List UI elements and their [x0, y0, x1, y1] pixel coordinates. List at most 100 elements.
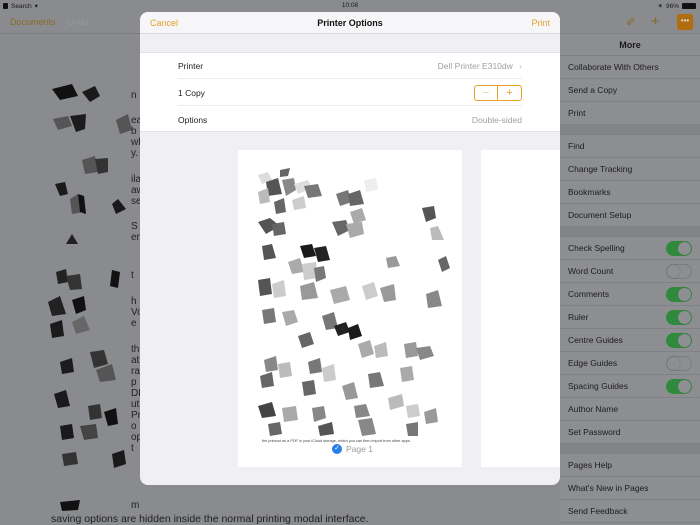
preview-shape — [380, 284, 396, 302]
preview-shape — [374, 342, 388, 358]
doc-shape — [104, 408, 118, 426]
doc-shape — [50, 320, 64, 338]
plus-icon[interactable]: + — [651, 13, 660, 30]
page-preview-1[interactable]: the printout as a PDF in your iCloud sto… — [238, 150, 462, 467]
preview-shape — [258, 278, 272, 296]
doc-text-fragment: ut — [131, 399, 140, 410]
preview-shape — [388, 394, 404, 410]
word-count-toggle[interactable] — [666, 263, 692, 279]
menu-item-ruler: Ruler — [560, 306, 700, 329]
modal-header: Cancel Printer Options Print — [140, 12, 560, 34]
preview-shape — [258, 188, 270, 204]
doc-bottom-line: saving options are hidden inside the nor… — [51, 513, 369, 525]
menu-item-collaborate[interactable]: Collaborate With Others — [560, 56, 700, 79]
preview-shape — [292, 196, 306, 210]
preview-shape — [304, 184, 322, 198]
printer-options-modal: Cancel Printer Options Print Printer Del… — [140, 12, 560, 485]
undo-button[interactable]: Undo — [67, 17, 89, 27]
menu-item-document-setup[interactable]: Document Setup — [560, 204, 700, 227]
preview-shape — [406, 422, 418, 436]
preview-shape — [262, 244, 276, 260]
menu-item-edge-guides: Edge Guides — [560, 352, 700, 375]
toggle-knob — [678, 310, 691, 324]
doc-text-fragment: n — [131, 90, 137, 101]
spacing-guides-toggle[interactable] — [666, 378, 692, 394]
print-button[interactable]: Print — [531, 18, 550, 28]
menu-item-pages-help[interactable]: Pages Help — [560, 454, 700, 477]
preview-shape — [358, 340, 374, 358]
options-row[interactable]: Options Double-sided — [178, 107, 522, 133]
preview-shape — [422, 206, 436, 222]
preview-shape — [258, 402, 276, 418]
menu-item-send-feedback[interactable]: Send Feedback — [560, 500, 700, 523]
printer-label: Printer — [178, 60, 204, 71]
menu-item-whats-new[interactable]: What's New in Pages — [560, 477, 700, 500]
menu-item-set-password[interactable]: Set Password — [560, 421, 700, 444]
menu-divider — [560, 227, 700, 237]
copies-stepper[interactable]: − + — [474, 84, 522, 101]
menu-item-label: Comments — [568, 289, 610, 299]
menu-item-label: Change Tracking — [568, 164, 633, 174]
menu-item-bookmarks[interactable]: Bookmarks — [560, 181, 700, 204]
menu-item-word-count: Word Count — [560, 260, 700, 283]
doc-text-fragment: S — [131, 221, 138, 232]
decrement-button[interactable]: − — [475, 85, 498, 100]
printer-row[interactable]: Printer Dell Printer E310dw › — [178, 53, 522, 79]
preview-shape — [280, 168, 290, 177]
check-spelling-toggle[interactable] — [666, 240, 692, 256]
doc-shape — [60, 358, 74, 374]
preview-shape — [362, 282, 378, 300]
menu-item-author-name[interactable]: Author Name — [560, 398, 700, 421]
menu-item-check-spelling: Check Spelling — [560, 237, 700, 260]
menu-item-label: Author Name — [568, 404, 619, 414]
toggle-knob — [667, 356, 680, 370]
preview-shape — [346, 222, 364, 238]
preview-shape — [342, 382, 358, 400]
ruler-toggle[interactable] — [666, 309, 692, 325]
doc-shape — [88, 404, 102, 420]
centre-guides-toggle[interactable] — [666, 332, 692, 348]
menu-item-find[interactable]: Find — [560, 135, 700, 158]
menu-item-centre-guides: Centre Guides — [560, 329, 700, 352]
doc-text-fragment: th — [131, 344, 140, 355]
increment-button[interactable]: + — [498, 86, 521, 100]
menu-item-label: Pages Help — [568, 460, 612, 470]
doc-text-fragment: p — [131, 377, 137, 388]
preview-shape — [268, 422, 282, 436]
preview-shape — [314, 266, 326, 282]
checkmark-icon: ✓ — [332, 444, 342, 454]
preview-shape — [282, 310, 298, 326]
comments-toggle[interactable] — [666, 286, 692, 302]
page-1-badge[interactable]: ✓ Page 1 — [328, 443, 377, 455]
preview-shape — [318, 422, 334, 436]
edge-guides-toggle[interactable] — [666, 355, 692, 371]
more-title: More — [560, 34, 700, 56]
doc-text-fragment: e — [131, 318, 137, 329]
doc-text-fragment: m — [131, 500, 140, 511]
preview-shape — [262, 308, 276, 324]
menu-item-label: Bookmarks — [568, 187, 611, 197]
doc-text-fragment: o — [131, 421, 137, 432]
doc-text-fragment: b — [131, 126, 137, 137]
doc-shape — [55, 182, 68, 196]
doc-text-fragment: at — [131, 355, 140, 366]
preview-shape — [282, 406, 298, 422]
preview-shape — [416, 346, 434, 360]
paintbrush-icon[interactable]: ✐ — [626, 15, 636, 29]
menu-item-label: Edge Guides — [568, 358, 618, 368]
menu-item-label: Send a Copy — [568, 85, 618, 95]
menu-item-label: Find — [568, 141, 585, 151]
documents-button[interactable]: Documents — [10, 17, 56, 27]
more-icon[interactable]: ••• — [677, 14, 693, 30]
menu-item-label: Print — [568, 108, 586, 118]
menu-item-change-tracking[interactable]: Change Tracking — [560, 158, 700, 181]
preview-shape — [404, 342, 418, 358]
page-preview-2[interactable] — [481, 150, 560, 467]
doc-shape — [53, 116, 72, 130]
battery-icon — [682, 3, 696, 9]
menu-item-print[interactable]: Print — [560, 102, 700, 125]
menu-item-label: Send Feedback — [568, 506, 628, 516]
menu-item-send-a-copy[interactable]: Send a Copy — [560, 79, 700, 102]
doc-text-fragment: ra — [131, 366, 140, 377]
preview-shape — [400, 366, 414, 382]
